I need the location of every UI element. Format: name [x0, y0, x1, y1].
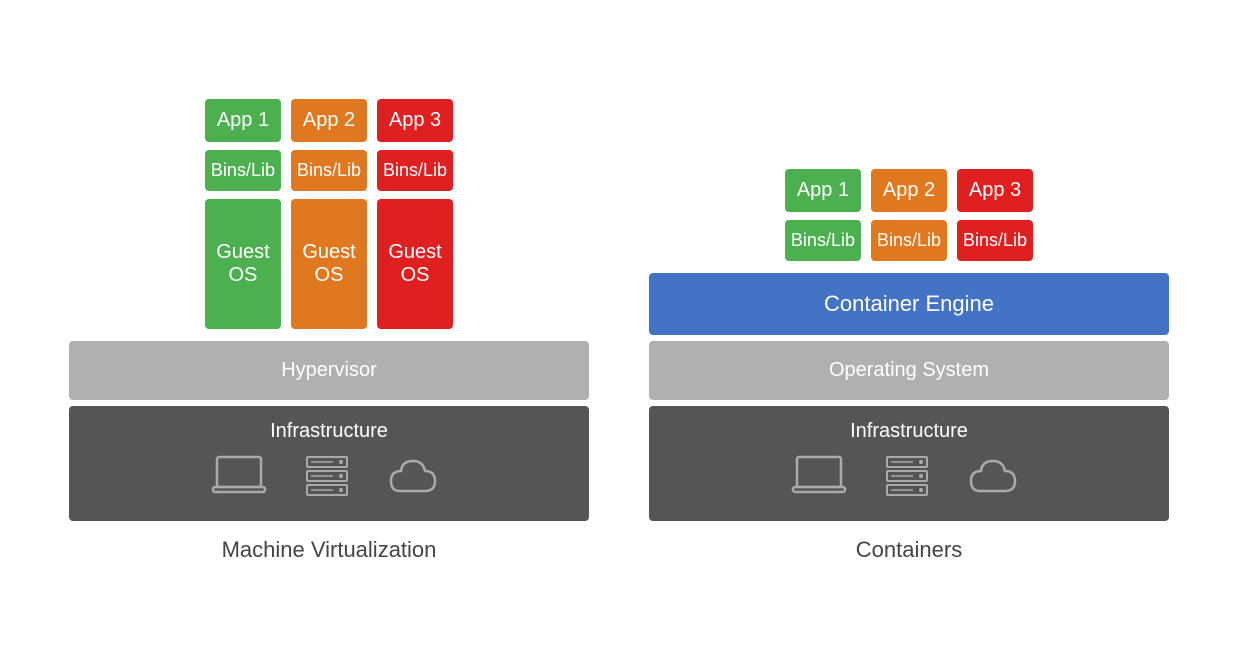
ct-col-3: App 3 Bins/Lib: [957, 169, 1033, 261]
mv-guest2: GuestOS: [291, 199, 367, 329]
ct-app1: App 1: [785, 169, 861, 212]
ct-app2: App 2: [871, 169, 947, 212]
ct-label: Containers: [856, 537, 962, 563]
containers-section: App 1 Bins/Lib App 2 Bins/Lib App 3 Bins…: [649, 169, 1169, 563]
mv-apps-row: App 1 Bins/Lib GuestOS App 2 Bins/Lib Gu…: [197, 99, 461, 329]
diagram-wrapper: App 1 Bins/Lib GuestOS App 2 Bins/Lib Gu…: [29, 79, 1209, 583]
mv-bins3: Bins/Lib: [377, 150, 453, 191]
server-icon: [297, 453, 357, 503]
mv-label: Machine Virtualization: [222, 537, 437, 563]
mv-col-1: App 1 Bins/Lib GuestOS: [205, 99, 281, 329]
ct-server-icon: [877, 453, 937, 503]
ct-cloud-icon: [965, 453, 1030, 503]
mv-infra-box: Infrastructure: [69, 406, 589, 521]
mv-app1: App 1: [205, 99, 281, 142]
os-box: Operating System: [649, 341, 1169, 400]
ct-apps-row: App 1 Bins/Lib App 2 Bins/Lib App 3 Bins…: [777, 169, 1041, 261]
ct-infra-box: Infrastructure: [649, 406, 1169, 521]
mv-infra-label: Infrastructure: [270, 420, 388, 443]
ct-infra-icons: [789, 453, 1030, 503]
mv-guest1: GuestOS: [205, 199, 281, 329]
ct-infra-label: Infrastructure: [850, 420, 968, 443]
mv-bins2: Bins/Lib: [291, 150, 367, 191]
ct-laptop-icon: [789, 453, 849, 503]
ct-bins2: Bins/Lib: [871, 220, 947, 261]
ct-bins1: Bins/Lib: [785, 220, 861, 261]
cloud-icon: [385, 453, 450, 503]
mv-col-3: App 3 Bins/Lib GuestOS: [377, 99, 453, 329]
mv-app3: App 3: [377, 99, 453, 142]
mv-app2: App 2: [291, 99, 367, 142]
mv-infra-icons: [209, 453, 450, 503]
ct-col-2: App 2 Bins/Lib: [871, 169, 947, 261]
mv-col-2: App 2 Bins/Lib GuestOS: [291, 99, 367, 329]
mv-guest3: GuestOS: [377, 199, 453, 329]
ct-bins3: Bins/Lib: [957, 220, 1033, 261]
laptop-icon: [209, 453, 269, 503]
container-engine-box: Container Engine: [649, 273, 1169, 335]
ct-col-1: App 1 Bins/Lib: [785, 169, 861, 261]
machine-virtualization-section: App 1 Bins/Lib GuestOS App 2 Bins/Lib Gu…: [69, 99, 589, 563]
hypervisor-box: Hypervisor: [69, 341, 589, 400]
mv-bins1: Bins/Lib: [205, 150, 281, 191]
ct-app3: App 3: [957, 169, 1033, 212]
